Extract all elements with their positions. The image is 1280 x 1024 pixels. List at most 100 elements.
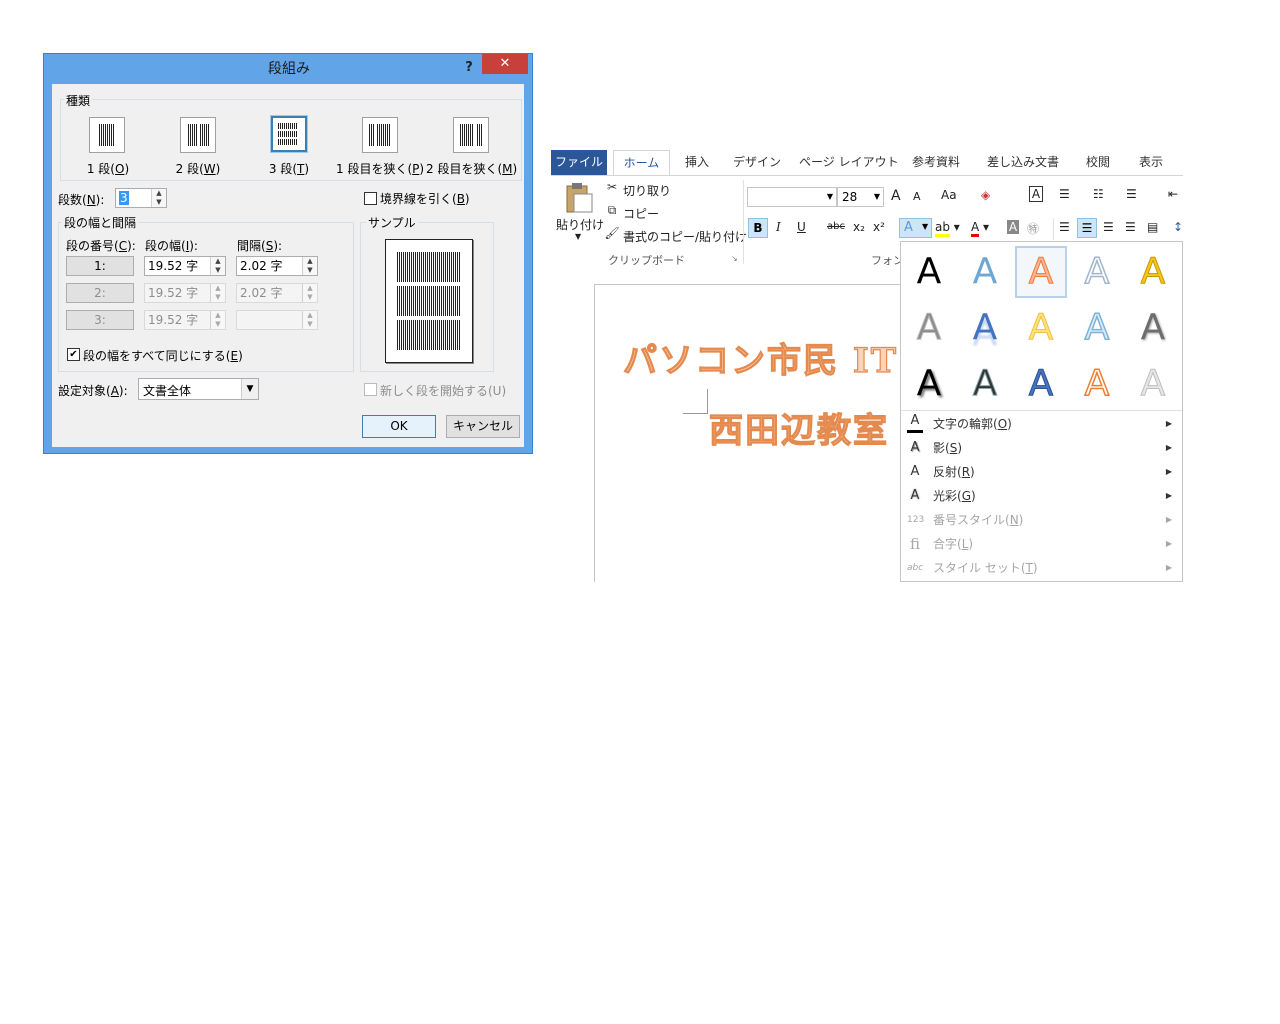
preset-three-columns[interactable] xyxy=(270,115,308,153)
columns-count-input[interactable]: 3 ▲ ▼ xyxy=(115,188,167,208)
wordart-line-2[interactable]: 西田辺教室 xyxy=(708,403,889,452)
preset-two-label: 2 段(W) xyxy=(175,162,221,176)
preset-left-narrow[interactable] xyxy=(362,117,398,153)
grow-font-button[interactable]: A xyxy=(891,188,901,204)
effect-style-10[interactable]: A xyxy=(1127,302,1179,354)
paste-button[interactable]: 貼り付け xyxy=(556,216,604,233)
line-between-checkbox[interactable] xyxy=(364,192,377,205)
effect-style-5[interactable]: A xyxy=(1127,246,1179,298)
cancel-button[interactable]: キャンセル xyxy=(446,415,520,438)
underline-button[interactable]: U xyxy=(797,220,806,234)
group-divider xyxy=(1053,218,1054,240)
align-right-icon[interactable]: ☰ xyxy=(1103,220,1114,234)
preset-one-column[interactable] xyxy=(89,117,125,153)
effect-style-15[interactable]: A xyxy=(1127,358,1179,410)
column-1-width[interactable]: 19.52 字 ▲ ▼ xyxy=(144,256,226,276)
preset-two-columns[interactable] xyxy=(180,117,216,153)
distribute-icon[interactable]: ▤ xyxy=(1147,220,1158,234)
new-column-checkbox xyxy=(364,383,377,396)
align-center-icon[interactable]: ☰ xyxy=(1077,218,1097,238)
effect-style-4[interactable]: A xyxy=(1071,246,1123,298)
tab-page-layout[interactable]: ページ レイアウト xyxy=(799,150,899,175)
effect-style-3[interactable]: A xyxy=(1015,246,1067,298)
menu-reflection[interactable]: A 反射(R) ▶ xyxy=(901,460,1182,484)
preset-right-narrow[interactable] xyxy=(453,117,489,153)
chevron-down-icon[interactable]: ▼ xyxy=(241,379,258,399)
effect-style-12[interactable]: A xyxy=(959,358,1011,410)
line-between-label: 境界線を引く(B) xyxy=(380,192,470,206)
tab-design[interactable]: デザイン xyxy=(729,150,785,175)
paste-chevron-icon[interactable]: ▼ xyxy=(575,232,581,241)
effect-style-2[interactable]: A xyxy=(959,246,1011,298)
close-button[interactable]: ✕ xyxy=(482,54,528,74)
effect-style-8[interactable]: A xyxy=(1015,302,1067,354)
columns-count-spinner[interactable]: ▲ ▼ xyxy=(151,189,166,207)
justify-icon[interactable]: ☰ xyxy=(1125,220,1136,234)
highlight-icon[interactable]: ab ▾ xyxy=(935,220,960,237)
help-button[interactable]: ? xyxy=(459,58,479,78)
scissors-icon: ✂ xyxy=(606,180,618,194)
effect-style-11[interactable]: A xyxy=(903,358,955,410)
reflection-icon: A xyxy=(910,464,920,479)
stylistic-sets-icon: abc xyxy=(907,563,924,573)
effect-style-6[interactable]: A xyxy=(903,302,955,354)
bullets-icon[interactable]: ☰ xyxy=(1059,187,1070,201)
tab-home[interactable]: ホーム xyxy=(613,150,670,175)
superscript-button[interactable]: x² xyxy=(873,220,885,234)
effect-style-1[interactable]: A xyxy=(903,246,955,298)
eraser-icon[interactable]: ◈ xyxy=(981,188,990,202)
equal-width-checkbox[interactable]: ✔ xyxy=(67,348,80,361)
tab-references[interactable]: 参考資料 xyxy=(905,150,967,175)
char-shading-icon[interactable]: A xyxy=(1007,220,1019,234)
column-2-width: 19.52 字 ▲ ▼ xyxy=(144,283,226,303)
column-3-spacing: ▲ ▼ xyxy=(236,310,318,330)
column-spacing-header: 間隔(S): xyxy=(237,239,283,253)
effect-style-13[interactable]: A xyxy=(1015,358,1067,410)
chevron-right-icon: ▶ xyxy=(1165,563,1172,572)
chevron-down-icon: ▼ xyxy=(922,222,929,231)
bold-button[interactable]: B xyxy=(748,218,768,238)
font-name-combo[interactable]: ▼ xyxy=(747,187,837,207)
decrease-indent-icon[interactable]: ⇤ xyxy=(1168,187,1178,201)
tab-insert[interactable]: 挿入 xyxy=(677,150,717,175)
strikethrough-button[interactable]: abc xyxy=(827,221,845,232)
column-1-spacing[interactable]: 2.02 字 ▲ ▼ xyxy=(236,256,318,276)
tab-file[interactable]: ファイル xyxy=(551,150,607,175)
effect-style-7[interactable]: A xyxy=(959,302,1011,354)
chevron-right-icon: ▶ xyxy=(1165,419,1172,428)
wordart-line-1[interactable]: パソコン市民 IT xyxy=(622,333,898,382)
column-1-number[interactable]: 1: xyxy=(66,256,134,276)
clipboard-group-label: クリップボード xyxy=(608,254,685,267)
ok-button[interactable]: OK xyxy=(362,415,436,438)
align-left-icon[interactable]: ☰ xyxy=(1059,220,1070,234)
shadow-icon: A xyxy=(910,440,920,455)
tab-mailings[interactable]: 差し込み文書 xyxy=(983,150,1063,175)
dialog-launcher-icon[interactable]: ↘ xyxy=(731,254,738,263)
line-spacing-icon[interactable]: ↕ xyxy=(1173,220,1183,234)
clipboard-icon[interactable] xyxy=(562,182,594,214)
cut-button[interactable]: 切り取り xyxy=(623,182,671,199)
tab-view[interactable]: 表示 xyxy=(1131,150,1171,175)
menu-glow[interactable]: A 光彩(G) ▶ xyxy=(901,484,1182,508)
subscript-button[interactable]: x₂ xyxy=(853,220,865,234)
font-color-icon[interactable]: A ▾ xyxy=(971,220,989,237)
menu-text-outline[interactable]: A 文字の輪郭(O) ▶ xyxy=(901,412,1182,436)
font-size-combo[interactable]: 28 ▼ xyxy=(837,187,884,207)
effect-style-9[interactable]: A xyxy=(1071,302,1123,354)
effect-style-14[interactable]: A xyxy=(1071,358,1123,410)
enclose-char-icon[interactable]: ㊕ xyxy=(1027,220,1039,237)
apply-to-select[interactable]: 文書全体 ▼ xyxy=(138,378,259,400)
column-width-header: 段の幅(I): xyxy=(145,239,198,253)
change-case-button[interactable]: Aa xyxy=(941,188,957,202)
char-border-icon[interactable]: A xyxy=(1029,186,1043,202)
numbering-icon[interactable]: ☷ xyxy=(1093,187,1104,201)
shrink-font-button[interactable]: A xyxy=(913,190,921,203)
copy-button[interactable]: コピー xyxy=(623,205,659,222)
format-painter-button[interactable]: 書式のコピー/貼り付け xyxy=(623,228,747,245)
multilevel-list-icon[interactable]: ☰ xyxy=(1126,187,1137,201)
menu-shadow[interactable]: A 影(S) ▶ xyxy=(901,436,1182,460)
tab-review[interactable]: 校閲 xyxy=(1078,150,1118,175)
italic-button[interactable]: I xyxy=(776,220,781,234)
columns-count-label: 段数(N): xyxy=(58,193,105,207)
text-effects-button[interactable]: A ▼ xyxy=(899,218,932,238)
